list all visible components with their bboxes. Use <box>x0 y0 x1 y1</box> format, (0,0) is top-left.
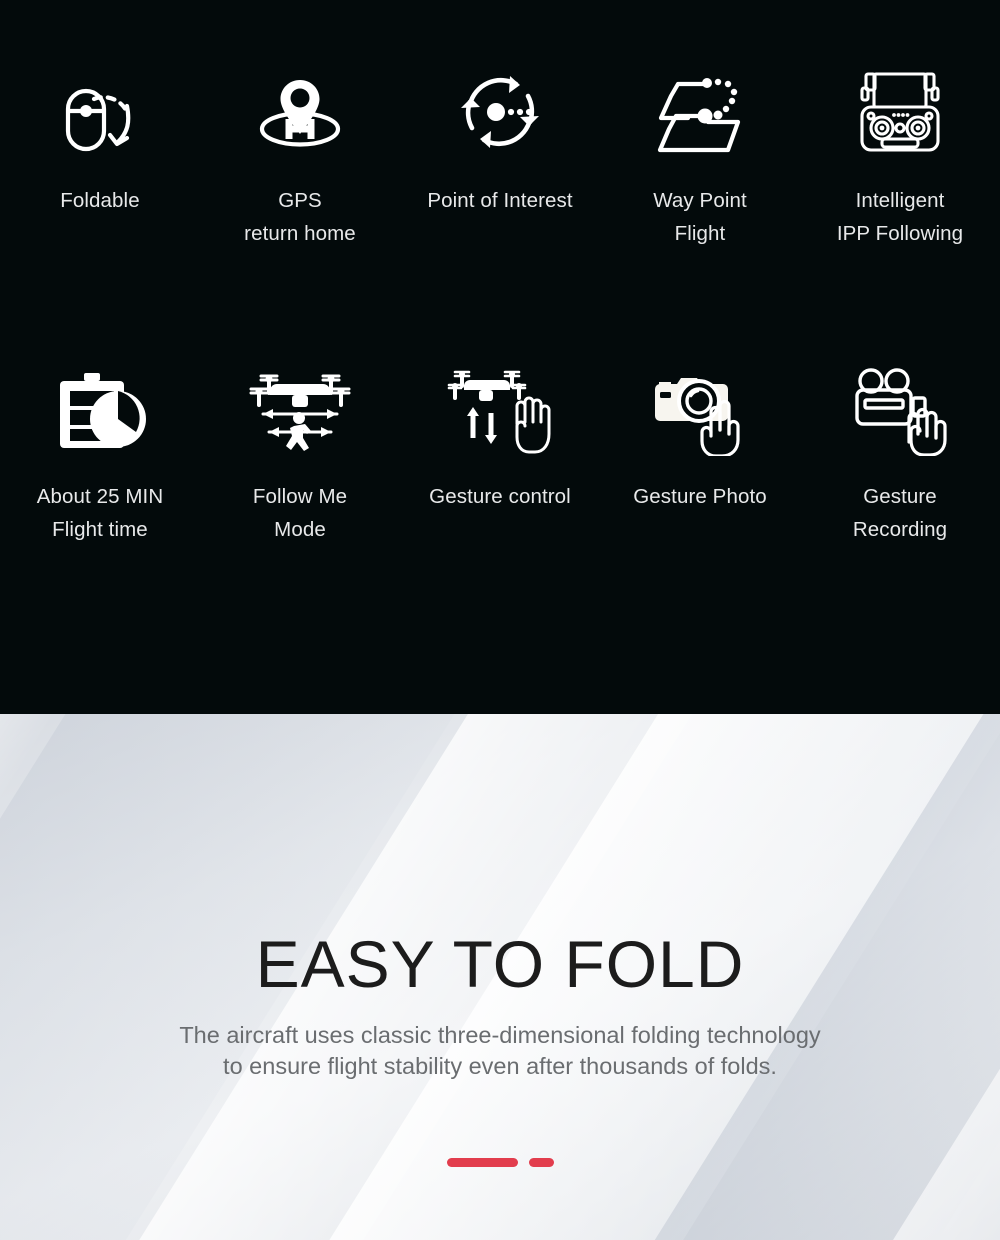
pagination-dot-inactive[interactable] <box>528 1158 554 1167</box>
features-row-1: Foldable GPS return home Point of Intere… <box>0 62 1000 250</box>
feature-item-follow-me-mode[interactable]: Follow Me Mode <box>200 360 400 546</box>
feature-item-gps-return-home[interactable]: GPS return home <box>200 62 400 250</box>
follow-me-mode-icon <box>247 360 353 460</box>
gesture-recording-icon <box>847 360 953 460</box>
point-of-interest-icon <box>454 62 546 162</box>
feature-label: Point of Interest <box>427 189 573 212</box>
feature-label: GPS return home <box>244 189 356 245</box>
gesture-control-icon <box>447 360 553 460</box>
feature-label: Foldable <box>60 189 140 212</box>
feature-label: Way Point Flight <box>653 189 747 245</box>
feature-item-gesture-recording[interactable]: Gesture Recording <box>800 360 1000 546</box>
battery-flight-time-icon <box>52 360 148 460</box>
feature-item-way-point-flight[interactable]: Way Point Flight <box>600 62 800 250</box>
feature-item-gesture-control[interactable]: Gesture control <box>400 360 600 546</box>
feature-label: Gesture control <box>429 485 571 508</box>
feature-label: About 25 MIN Flight time <box>36 485 164 541</box>
gesture-photo-icon <box>647 360 753 460</box>
way-point-flight-icon <box>648 62 752 162</box>
remote-controller-icon <box>850 62 950 162</box>
product-feature-page: Foldable GPS return home Point of Intere… <box>0 0 1000 1240</box>
feature-label: Follow Me Mode <box>252 485 348 541</box>
feature-item-point-of-interest[interactable]: Point of Interest <box>400 62 600 250</box>
pagination-dot-active[interactable] <box>446 1158 518 1167</box>
gps-return-home-icon <box>254 62 346 162</box>
features-row-2: About 25 MIN Flight time Follow Me Mode … <box>0 360 1000 546</box>
hero-title: EASY TO FOLD <box>255 927 745 1001</box>
feature-label: Intelligent IPP Following <box>836 189 964 245</box>
hero-subtitle: The aircraft uses classic three-dimensio… <box>179 1022 821 1079</box>
feature-item-gesture-photo[interactable]: Gesture Photo <box>600 360 800 546</box>
feature-item-intelligent-ipp-following[interactable]: Intelligent IPP Following <box>800 62 1000 250</box>
feature-item-foldable[interactable]: Foldable <box>0 62 200 250</box>
feature-label: Gesture Photo <box>633 485 767 508</box>
features-section: Foldable GPS return home Point of Intere… <box>0 0 1000 714</box>
feature-label: Gesture Recording <box>852 485 948 541</box>
easy-to-fold-hero: EASY TO FOLD The aircraft uses classic t… <box>0 714 1000 1240</box>
foldable-arm-icon <box>54 62 146 162</box>
feature-item-flight-time[interactable]: About 25 MIN Flight time <box>0 360 200 546</box>
carousel-pagination[interactable] <box>0 1158 1000 1167</box>
